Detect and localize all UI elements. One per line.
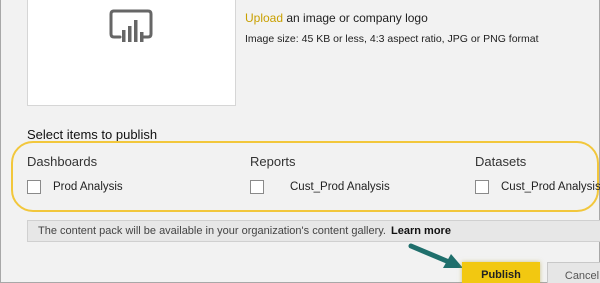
info-bar: The content pack will be available in yo…	[27, 220, 600, 242]
cancel-button[interactable]: Cancel	[547, 262, 600, 283]
dataset-item-cust-prod-analysis[interactable]: Cust_Prod Analysis	[475, 180, 600, 194]
reports-heading: Reports	[250, 154, 296, 169]
publish-dialog: Upload an image or company logo Image si…	[0, 0, 600, 283]
power-bi-report-icon	[109, 9, 153, 42]
report-item-cust-prod-analysis[interactable]: Cust_Prod Analysis	[250, 180, 390, 194]
report-item-label: Cust_Prod Analysis	[290, 181, 390, 193]
dashboard-item-label: Prod Analysis	[53, 181, 123, 193]
dataset-item-label: Cust_Prod Analysis	[501, 181, 600, 193]
upload-line: Upload an image or company logo	[245, 11, 428, 25]
dashboard-item-prod-analysis[interactable]: Prod Analysis	[27, 180, 123, 194]
upload-description: an image or company logo	[283, 11, 428, 25]
logo-upload-area[interactable]	[27, 0, 236, 106]
dashboards-heading: Dashboards	[27, 154, 98, 169]
datasets-heading: Datasets	[475, 154, 527, 169]
dataset-checkbox[interactable]	[475, 180, 489, 194]
items-highlight-outline	[11, 141, 599, 212]
arrow-pointer-icon	[408, 243, 463, 268]
upload-link[interactable]: Upload	[245, 11, 283, 25]
info-message: The content pack will be available in yo…	[38, 225, 386, 237]
learn-more-link[interactable]: Learn more	[391, 225, 451, 237]
publish-button[interactable]: Publish	[462, 262, 540, 283]
image-size-info: Image size: 45 KB or less, 4:3 aspect ra…	[245, 33, 539, 45]
dashboard-checkbox[interactable]	[27, 180, 41, 194]
select-items-title: Select items to publish	[27, 127, 158, 142]
report-checkbox[interactable]	[250, 180, 264, 194]
